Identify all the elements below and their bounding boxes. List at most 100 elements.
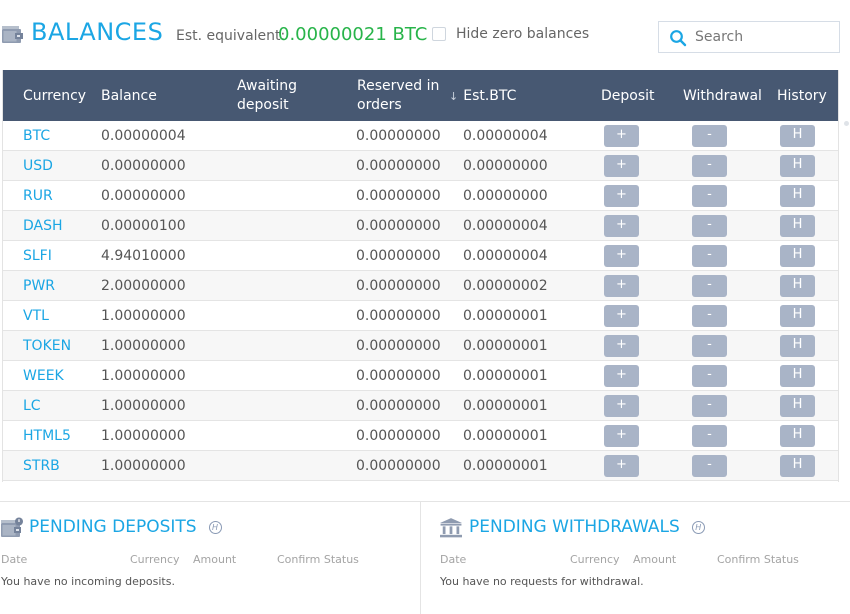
history-button[interactable]: H xyxy=(780,455,815,477)
table-row: USD 0.00000000 0.00000000 0.00000000 + - H xyxy=(3,151,838,181)
pending-withdrawals-title-text: PENDING WITHDRAWALS xyxy=(469,517,680,537)
est-btc-value: 0.00000001 xyxy=(463,308,548,324)
withdrawal-button[interactable]: - xyxy=(692,125,727,147)
history-button[interactable]: H xyxy=(780,215,815,237)
deposit-button[interactable]: + xyxy=(604,365,639,387)
table-body: BTC 0.00000004 0.00000000 0.00000004 + - H USD 0… xyxy=(3,121,838,481)
deposit-button[interactable]: + xyxy=(604,275,639,297)
est-btc-value: 0.00000001 xyxy=(463,368,548,384)
deposit-button[interactable]: + xyxy=(604,425,639,447)
history-button[interactable]: H xyxy=(780,335,815,357)
est-btc-value: 0.00000004 xyxy=(463,248,548,264)
est-btc-value: 0.00000004 xyxy=(463,128,548,144)
history-button[interactable]: H xyxy=(780,425,815,447)
header-est-btc[interactable]: ↓ Est.BTC xyxy=(449,87,516,106)
est-btc-value: 0.00000000 xyxy=(463,158,548,174)
table-row: RUR 0.00000000 0.00000000 0.00000000 + - H xyxy=(3,181,838,211)
history-button[interactable]: H xyxy=(780,185,815,207)
page-title: BALANCES xyxy=(31,18,164,46)
history-button[interactable]: H xyxy=(780,305,815,327)
deposit-button[interactable]: + xyxy=(604,305,639,327)
deposit-button[interactable]: + xyxy=(604,215,639,237)
currency-link[interactable]: VTL xyxy=(23,307,49,325)
currency-link[interactable]: STRB xyxy=(23,457,60,475)
header-currency[interactable]: Currency xyxy=(23,87,86,106)
currency-link[interactable]: BTC xyxy=(23,127,50,145)
history-button[interactable]: H xyxy=(780,155,815,177)
currency-link[interactable]: USD xyxy=(23,157,53,175)
withdrawal-button[interactable]: - xyxy=(692,395,727,417)
search-box[interactable] xyxy=(658,21,840,53)
deposit-button[interactable]: + xyxy=(604,155,639,177)
pending-deposits-title: PENDING DEPOSITS H xyxy=(29,517,222,537)
withdrawal-button[interactable]: - xyxy=(692,215,727,237)
withdrawal-button[interactable]: - xyxy=(692,335,727,357)
history-button[interactable]: H xyxy=(780,125,815,147)
scrollbar-thumb[interactable] xyxy=(844,121,849,126)
deposit-button[interactable]: + xyxy=(604,395,639,417)
table-row: HTML5 1.00000000 0.00000000 0.00000001 + - H xyxy=(3,421,838,451)
deposit-button[interactable]: + xyxy=(604,455,639,477)
withdrawal-button[interactable]: - xyxy=(692,455,727,477)
header-reserved-in-orders[interactable]: Reserved in orders xyxy=(357,77,447,115)
currency-link[interactable]: RUR xyxy=(23,187,53,205)
panel-divider xyxy=(420,502,421,614)
deposit-button[interactable]: + xyxy=(604,185,639,207)
currency-link[interactable]: LC xyxy=(23,397,41,415)
header-deposit: Deposit xyxy=(601,88,655,104)
reserved-value: 0.00000000 xyxy=(356,308,441,324)
col-date: Date xyxy=(1,553,28,566)
hide-zero-label: Hide zero balances xyxy=(456,26,590,42)
history-button[interactable]: H xyxy=(780,275,815,297)
reserved-value: 0.00000000 xyxy=(356,188,441,204)
help-icon[interactable]: H xyxy=(691,521,705,534)
help-icon[interactable]: H xyxy=(208,521,222,534)
currency-link[interactable]: PWR xyxy=(23,277,55,295)
est-btc-value: 0.00000004 xyxy=(463,218,548,234)
history-button[interactable]: H xyxy=(780,395,815,417)
header-withdrawal: Withdrawal xyxy=(683,88,762,104)
withdrawal-button[interactable]: - xyxy=(692,425,727,447)
balances-table: Currency Balance Awaiting deposit Reserv… xyxy=(2,70,839,482)
pending-deposits-title-text: PENDING DEPOSITS xyxy=(29,517,197,537)
table-row: WEEK 1.00000000 0.00000000 0.00000001 + - H xyxy=(3,361,838,391)
hide-zero-checkbox[interactable] xyxy=(432,27,446,41)
est-btc-value: 0.00000001 xyxy=(463,398,548,414)
history-button[interactable]: H xyxy=(780,365,815,387)
deposit-button[interactable]: + xyxy=(604,245,639,267)
col-currency: Currency xyxy=(130,553,180,566)
balance-value: 1.00000000 xyxy=(101,458,186,474)
reserved-value: 0.00000000 xyxy=(356,338,441,354)
table-row: PWR 2.00000000 0.00000000 0.00000002 + - H xyxy=(3,271,838,301)
withdrawal-button[interactable]: - xyxy=(692,365,727,387)
withdrawal-button[interactable]: - xyxy=(692,155,727,177)
currency-link[interactable]: DASH xyxy=(23,217,63,235)
currency-link[interactable]: HTML5 xyxy=(23,427,71,445)
withdrawal-button[interactable]: - xyxy=(692,245,727,267)
currency-link[interactable]: TOKEN xyxy=(23,337,71,355)
currency-link[interactable]: SLFI xyxy=(23,247,52,265)
col-confirm-status: Confirm Status xyxy=(717,553,799,566)
deposit-button[interactable]: + xyxy=(604,335,639,357)
est-btc-value: 0.00000001 xyxy=(463,428,548,444)
search-input[interactable] xyxy=(695,25,835,49)
balance-value: 0.00000000 xyxy=(101,188,186,204)
reserved-value: 0.00000000 xyxy=(356,458,441,474)
reserved-value: 0.00000000 xyxy=(356,398,441,414)
col-amount: Amount xyxy=(633,553,677,566)
history-button[interactable]: H xyxy=(780,245,815,267)
withdrawal-button[interactable]: - xyxy=(692,185,727,207)
header-balance[interactable]: Balance xyxy=(101,87,157,106)
balance-value: 1.00000000 xyxy=(101,338,186,354)
withdrawal-button[interactable]: - xyxy=(692,275,727,297)
header-history: History xyxy=(777,88,827,104)
header-awaiting-deposit[interactable]: Awaiting deposit xyxy=(237,77,317,115)
pending-deposits-panel: PENDING DEPOSITS H Date Currency Amount C… xyxy=(0,502,420,614)
currency-link[interactable]: WEEK xyxy=(23,367,64,385)
balance-value: 1.00000000 xyxy=(101,368,186,384)
table-row: SLFI 4.94010000 0.00000000 0.00000004 + - H xyxy=(3,241,838,271)
deposit-button[interactable]: + xyxy=(604,125,639,147)
hide-zero-balances-toggle[interactable]: Hide zero balances xyxy=(432,26,589,42)
est-btc-value: 0.00000002 xyxy=(463,278,548,294)
withdrawal-button[interactable]: - xyxy=(692,305,727,327)
